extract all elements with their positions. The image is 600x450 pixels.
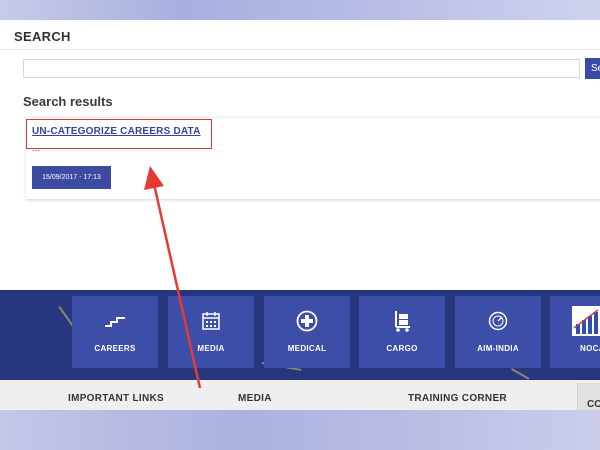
tile-aim-india[interactable]: AIM-INDIA bbox=[455, 296, 541, 368]
tile-label: CARGO bbox=[386, 344, 418, 353]
top-banner-band bbox=[0, 0, 600, 20]
gauge-icon bbox=[455, 310, 541, 332]
tile-label: CAREERS bbox=[94, 344, 136, 353]
tile-careers[interactable]: CAREERS bbox=[72, 296, 158, 368]
tile-label: NOCA bbox=[580, 344, 600, 353]
footer-heading-contact: CO bbox=[577, 383, 600, 413]
quick-links-section: CAREERS MEDIA MEDICAL CARGO AIM-INDIA NO… bbox=[0, 290, 600, 380]
page-title: SEARCH bbox=[14, 29, 71, 44]
tile-label: MEDIA bbox=[197, 344, 225, 353]
tile-media[interactable]: MEDIA bbox=[168, 296, 254, 368]
search-result-date-badge: 15/09/2017 - 17:13 bbox=[32, 166, 111, 189]
footer-heading-important-links: IMPORTANT LINKS bbox=[68, 393, 164, 404]
background-decoration bbox=[511, 368, 530, 380]
tile-cargo[interactable]: CARGO bbox=[359, 296, 445, 368]
search-header: SEARCH bbox=[0, 20, 600, 50]
medical-cross-icon bbox=[264, 310, 350, 332]
footer-heading-media: MEDIA bbox=[238, 393, 272, 404]
tile-medical[interactable]: MEDICAL bbox=[264, 296, 350, 368]
cargo-trolley-icon bbox=[359, 310, 445, 332]
tile-nocas[interactable]: NOCA bbox=[550, 296, 600, 368]
search-button[interactable]: Se bbox=[585, 58, 600, 79]
search-results-heading: Search results bbox=[23, 94, 113, 109]
tile-label: AIM-INDIA bbox=[477, 344, 519, 353]
footer-heading-training-corner: TRAINING CORNER bbox=[408, 393, 507, 404]
search-result-title-link[interactable]: UN-CATEGORIZE CAREERS DATA bbox=[26, 119, 212, 149]
search-input[interactable] bbox=[23, 59, 580, 78]
calendar-icon bbox=[168, 310, 254, 332]
stairs-icon bbox=[72, 310, 158, 332]
bottom-banner-band bbox=[0, 410, 600, 450]
tile-label: MEDICAL bbox=[287, 344, 327, 353]
nocas-logo-icon bbox=[550, 306, 600, 336]
search-result-snippet: ... bbox=[32, 143, 41, 154]
